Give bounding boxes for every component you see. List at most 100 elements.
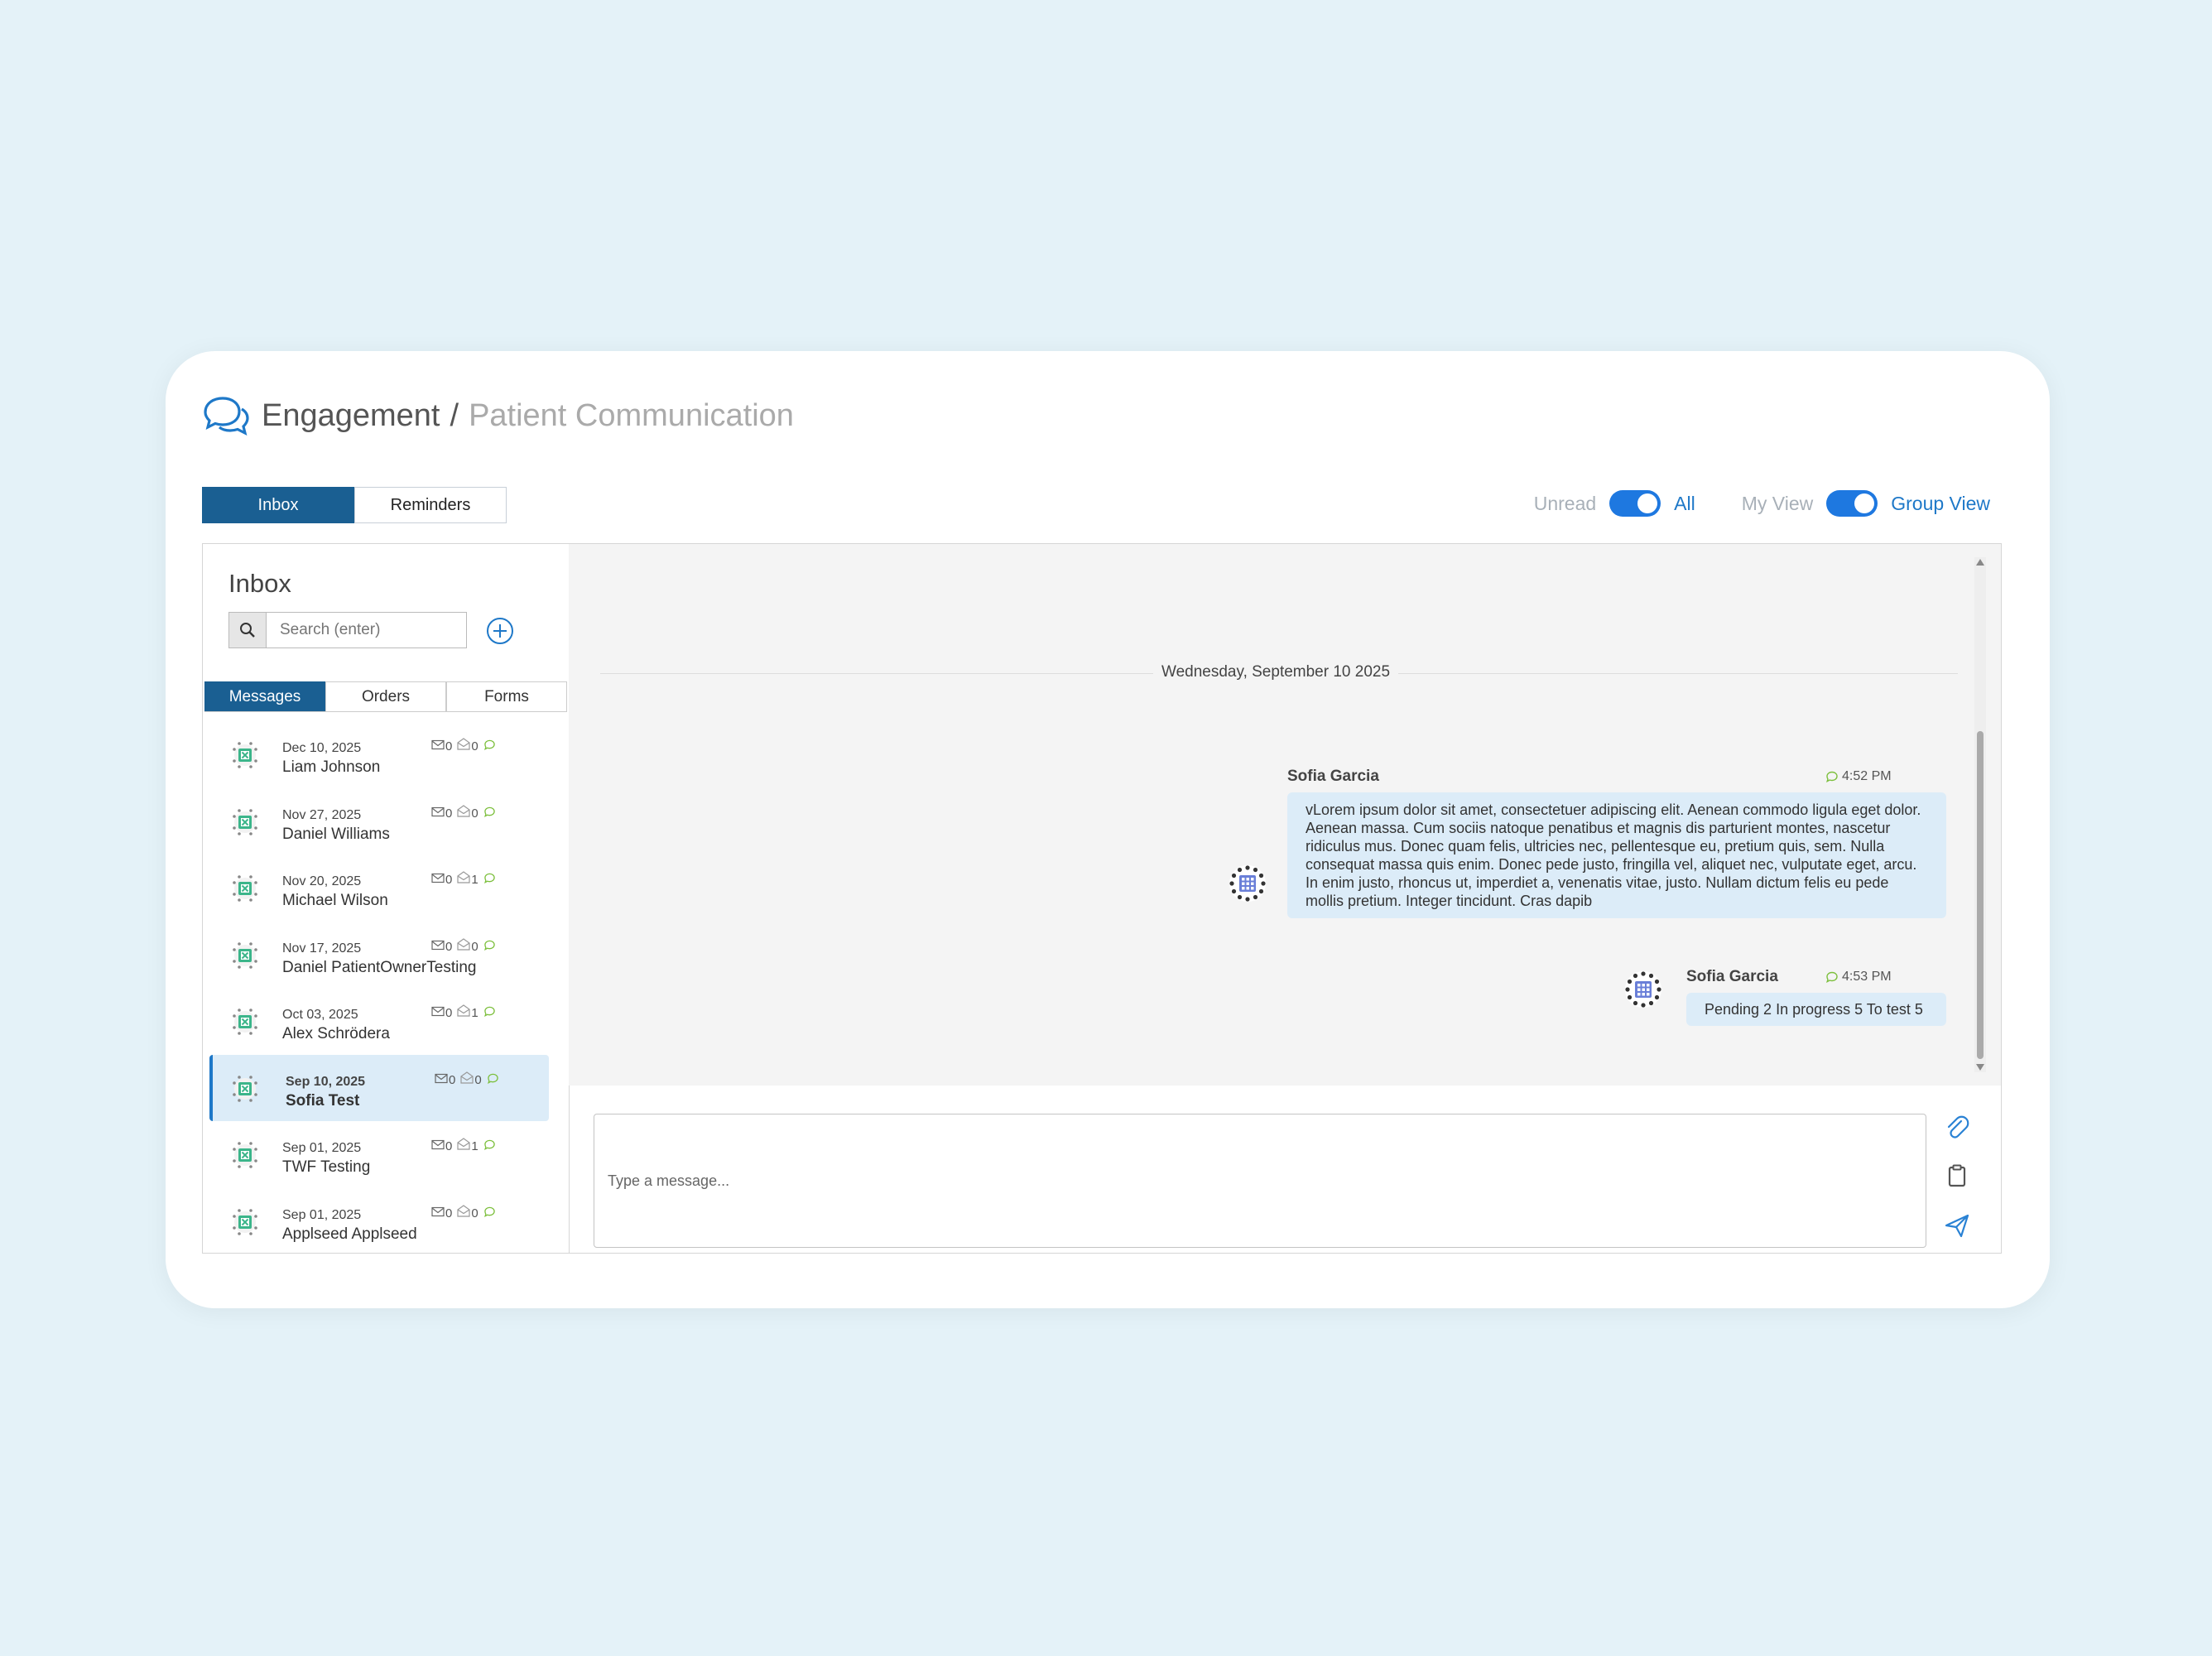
conversation-name: Sofia Test bbox=[286, 1091, 360, 1110]
conversation-date: Nov 20, 2025 bbox=[282, 874, 362, 888]
opened-mail-icon bbox=[457, 1138, 470, 1150]
mail-icon bbox=[431, 940, 445, 950]
mail-icon bbox=[431, 1139, 445, 1150]
breadcrumb-separator: / bbox=[450, 397, 459, 433]
chat-bubble-icon bbox=[483, 1206, 495, 1217]
mail-icon bbox=[431, 1006, 445, 1017]
conversation-item[interactable]: Nov 17, 2025 Daniel PatientOwnerTesting 0 0 bbox=[203, 922, 569, 989]
conversation-list: Dec 10, 2025 Liam Johnson 0 0 Nov 27, 2025 Da… bbox=[203, 721, 569, 1254]
mail-count: 0 bbox=[445, 873, 453, 887]
mail-count: 0 bbox=[445, 939, 453, 954]
conversation-name: TWF Testing bbox=[282, 1158, 371, 1176]
app-card: Engagement / Patient Communication Inbox… bbox=[166, 351, 2050, 1308]
chat-bubble-icon bbox=[483, 940, 495, 951]
conversation-name: Alex Schrödera bbox=[282, 1025, 390, 1042]
conversation-item[interactable]: Nov 27, 2025 Daniel Williams 0 0 bbox=[203, 788, 569, 855]
message-placeholder: Type a message... bbox=[608, 1172, 730, 1189]
page-title: Engagement bbox=[262, 397, 440, 433]
search-input[interactable] bbox=[267, 612, 467, 648]
conversation-item[interactable]: Sep 01, 2025 Applseed Applseed 0 0 bbox=[203, 1188, 569, 1255]
chat-bubble-icon bbox=[483, 1139, 495, 1150]
conversation-item[interactable]: Sep 10, 2025 Sofia Test 0 0 bbox=[209, 1054, 549, 1121]
opened-mail-icon bbox=[460, 1071, 474, 1084]
message-counts: 00 bbox=[431, 1203, 497, 1220]
unread-label: Unread bbox=[1533, 492, 1597, 514]
paperclip-icon[interactable] bbox=[1943, 1114, 1971, 1142]
chat-bubble-icon bbox=[483, 806, 495, 817]
tab-messages[interactable]: Messages bbox=[204, 681, 325, 711]
conversation-item[interactable]: Sep 01, 2025 TWF Testing 0 1 bbox=[203, 1121, 569, 1188]
my-view-label: My View bbox=[1741, 492, 1814, 514]
patient-avatar bbox=[229, 940, 261, 971]
sidebar-tabs: Messages Orders Forms bbox=[204, 681, 567, 712]
message-counts: 01 bbox=[431, 1136, 497, 1153]
conversation-name: Applseed Applseed bbox=[282, 1225, 417, 1243]
search-button[interactable] bbox=[228, 612, 267, 648]
opened-count: 1 bbox=[471, 873, 478, 887]
view-toggles: Unread All My View Group View bbox=[1534, 490, 1990, 517]
opened-count: 1 bbox=[471, 1139, 478, 1153]
message-time-text: 4:52 PM bbox=[1842, 769, 1892, 783]
chat-bubble-icon bbox=[483, 873, 495, 883]
message-sender: Sofia Garcia bbox=[1287, 768, 1379, 785]
conversation-name: Liam Johnson bbox=[282, 758, 381, 776]
mail-count: 0 bbox=[445, 1006, 453, 1020]
message-counts: 00 bbox=[431, 936, 497, 954]
opened-count: 0 bbox=[471, 739, 478, 753]
add-conversation-icon[interactable] bbox=[486, 617, 514, 645]
mail-count: 0 bbox=[449, 1072, 456, 1087]
page-header: Engagement / Patient Communication bbox=[200, 391, 794, 440]
view-mode-toggle[interactable] bbox=[1826, 490, 1878, 517]
mail-icon bbox=[431, 739, 445, 750]
inbox-title: Inbox bbox=[228, 569, 291, 598]
mail-icon bbox=[431, 806, 445, 816]
inbox-panel: Inbox Messages Orders Forms Dec 10, 2025… bbox=[202, 543, 2002, 1254]
message-input[interactable]: Type a message... bbox=[594, 1114, 1926, 1248]
mail-count: 0 bbox=[445, 806, 453, 821]
message-counts: 00 bbox=[431, 736, 497, 753]
conversation-name: Daniel PatientOwnerTesting bbox=[282, 958, 477, 976]
mail-count: 0 bbox=[445, 739, 453, 753]
chat-bubble-icon bbox=[483, 739, 495, 750]
date-divider: Wednesday, September 10 2025 bbox=[1153, 663, 1399, 681]
mail-count: 0 bbox=[445, 1206, 453, 1220]
message-counts: 00 bbox=[431, 803, 497, 821]
chat-scrollbar[interactable] bbox=[1974, 557, 1986, 1072]
tab-orders[interactable]: Orders bbox=[325, 681, 446, 711]
patient-avatar bbox=[229, 1006, 261, 1037]
tab-reminders[interactable]: Reminders bbox=[354, 487, 507, 523]
conversation-item[interactable]: Dec 10, 2025 Liam Johnson 0 0 bbox=[203, 721, 569, 788]
top-tabs: Inbox Reminders bbox=[202, 487, 507, 523]
sender-avatar bbox=[1625, 971, 1661, 1008]
message-sender: Sofia Garcia bbox=[1686, 968, 1778, 985]
page-subtitle: Patient Communication bbox=[469, 397, 794, 433]
opened-mail-icon bbox=[457, 1004, 470, 1017]
conversation-date: Dec 10, 2025 bbox=[282, 741, 362, 755]
conversation-item[interactable]: Oct 03, 2025 Alex Schrödera 0 1 bbox=[203, 988, 569, 1055]
mail-icon bbox=[431, 1206, 445, 1216]
message-counts: 00 bbox=[435, 1070, 500, 1087]
chat-bubble-icon bbox=[487, 1073, 498, 1084]
clipboard-icon[interactable] bbox=[1943, 1162, 1971, 1190]
message-bubble: Pending 2 In progress 5 To test 5 bbox=[1686, 993, 1946, 1026]
chat-bubble-icon bbox=[483, 1006, 495, 1017]
all-label: All bbox=[1674, 492, 1695, 514]
tab-inbox[interactable]: Inbox bbox=[202, 487, 354, 523]
conversation-item[interactable]: Nov 20, 2025 Michael Wilson 0 1 bbox=[203, 854, 569, 922]
unread-all-toggle[interactable] bbox=[1609, 490, 1661, 517]
chat-area: Wednesday, September 10 2025 Sofia Garci… bbox=[569, 544, 2001, 1086]
chat-bubble-icon bbox=[1826, 971, 1838, 983]
conversation-date: Sep 01, 2025 bbox=[282, 1141, 362, 1155]
opened-mail-icon bbox=[457, 871, 470, 883]
sender-avatar bbox=[1229, 865, 1266, 902]
opened-mail-icon bbox=[457, 1204, 470, 1217]
conversation-date: Sep 01, 2025 bbox=[282, 1207, 362, 1222]
conversation-date: Nov 27, 2025 bbox=[282, 807, 362, 822]
opened-mail-icon bbox=[457, 937, 470, 951]
message-counts: 01 bbox=[431, 869, 497, 887]
patient-avatar bbox=[229, 1073, 261, 1105]
send-icon[interactable] bbox=[1943, 1211, 1971, 1240]
tab-forms[interactable]: Forms bbox=[446, 681, 567, 711]
mail-count: 0 bbox=[445, 1139, 453, 1153]
group-view-label: Group View bbox=[1891, 492, 1990, 514]
